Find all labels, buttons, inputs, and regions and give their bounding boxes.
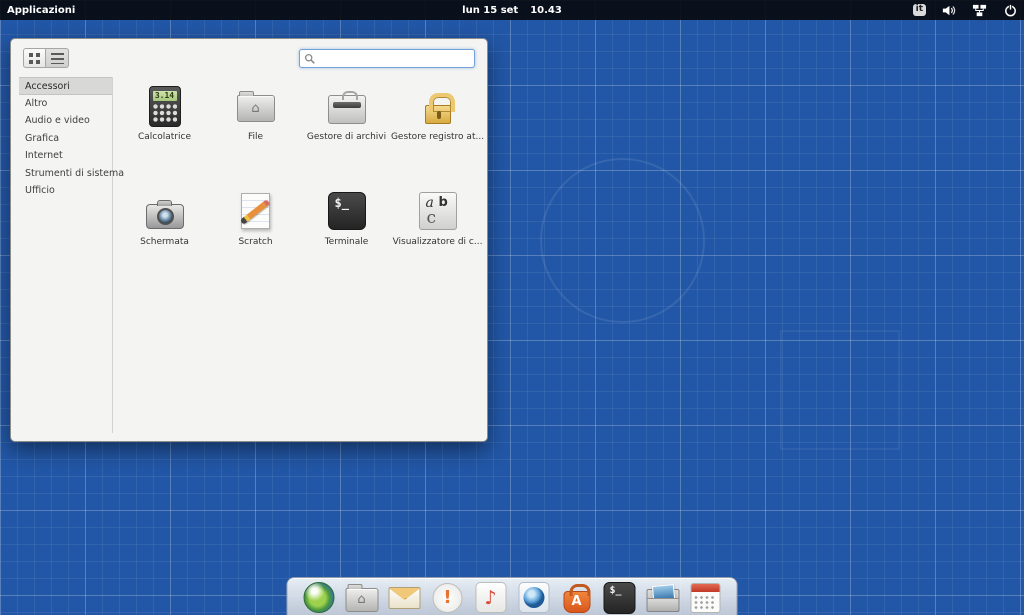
app-label: Calcolatrice [138, 132, 191, 142]
calendar-day-grid [695, 596, 717, 611]
app-grid: 3.14 Calcolatrice ⌂ File Gestore [119, 83, 483, 293]
charmap-letter-b: b [439, 195, 448, 210]
lens-circle [523, 587, 544, 608]
calculator-display: 3.14 [153, 91, 177, 101]
clock-indicator[interactable]: lun 15 set 10.43 [462, 0, 562, 20]
mail-envelope-icon [389, 587, 421, 609]
home-emblem-icon: ⌂ [238, 96, 274, 121]
category-view-button[interactable] [46, 48, 69, 68]
pencil-icon [240, 199, 270, 225]
character-map-icon: a b c [419, 192, 457, 230]
category-sidebar: Accessori Altro Audio e video Grafica In… [19, 77, 113, 433]
camera-lens-icon [518, 582, 549, 613]
calendar-icon [691, 583, 721, 613]
volume-icon[interactable] [939, 0, 957, 20]
app-item-gestore-registro[interactable]: Gestore registro at... [392, 83, 483, 188]
exclamation-icon: ! [433, 583, 463, 613]
app-label: Terminale [325, 237, 369, 247]
wallpaper-blueprint-circle [540, 158, 705, 323]
camera-icon [146, 204, 184, 229]
pictures-folder-icon [646, 589, 679, 612]
top-panel: Applicazioni lun 15 set 10.43 it [0, 0, 1024, 20]
sidebar-item-altro[interactable]: Altro [19, 95, 112, 113]
app-item-gestore-di-archivi[interactable]: Gestore di archivi [301, 83, 392, 188]
app-label: Schermata [140, 237, 189, 247]
sidebar-item-strumenti-di-sistema[interactable]: Strumenti di sistema [19, 165, 112, 183]
wallpaper-blueprint-square [780, 330, 900, 450]
calculator-icon: 3.14 [149, 86, 181, 127]
applications-menu-popup: Accessori Altro Audio e video Grafica In… [10, 38, 488, 442]
charmap-letter-c: c [427, 208, 437, 228]
app-label: Visualizzatore di c... [393, 237, 483, 247]
terminal-icon: $_ [328, 192, 366, 230]
dock-item-pictures[interactable] [646, 581, 680, 615]
app-label: Scratch [238, 237, 272, 247]
dock-item-photos[interactable] [517, 581, 551, 615]
search-icon [304, 53, 316, 65]
folder-icon: ⌂ [237, 95, 275, 122]
dock-item-web-browser[interactable] [302, 581, 336, 615]
app-item-scratch[interactable]: Scratch [210, 188, 301, 293]
dock-item-music[interactable]: ♪ [474, 581, 508, 615]
terminal-icon: $_ [604, 582, 636, 614]
archive-icon [328, 95, 366, 124]
grid-view-icon [29, 53, 40, 64]
music-note-icon: ♪ [475, 582, 506, 613]
desktop: Applicazioni lun 15 set 10.43 it [0, 0, 1024, 615]
power-icon[interactable] [1001, 0, 1019, 20]
calendar-header [692, 584, 720, 592]
panel-date: lun 15 set [462, 5, 518, 16]
sidebar-item-ufficio[interactable]: Ufficio [19, 182, 112, 200]
dock-item-home-folder[interactable]: ⌂ [345, 581, 379, 615]
app-label: File [248, 132, 263, 142]
dock-item-terminal[interactable]: $_ [603, 581, 637, 615]
dock-item-calendar[interactable] [689, 581, 723, 615]
paper-pencil-icon [241, 193, 270, 229]
category-view-icon [51, 53, 64, 64]
app-item-schermata[interactable]: Schermata [119, 188, 210, 293]
keyboard-layout-indicator[interactable]: it [913, 4, 926, 16]
dock-item-notifications[interactable]: ! [431, 581, 465, 615]
applications-menu-button[interactable]: Applicazioni [7, 5, 75, 16]
sidebar-item-grafica[interactable]: Grafica [19, 130, 112, 148]
calculator-keys [153, 104, 177, 123]
sidebar-item-audio-e-video[interactable]: Audio e video [19, 112, 112, 130]
globe-icon [303, 582, 334, 613]
sidebar-item-internet[interactable]: Internet [19, 147, 112, 165]
sidebar-item-accessori[interactable]: Accessori [19, 77, 112, 95]
home-emblem-icon: ⌂ [346, 589, 377, 611]
app-item-visualizzatore-caratteri[interactable]: a b c Visualizzatore di c... [392, 188, 483, 293]
view-toggle [23, 48, 69, 68]
app-item-calcolatrice[interactable]: 3.14 Calcolatrice [119, 83, 210, 188]
network-icon[interactable] [970, 0, 988, 20]
app-item-file[interactable]: ⌂ File [210, 83, 301, 188]
dock-item-appcenter[interactable]: A [560, 581, 594, 615]
panel-time: 10.43 [530, 5, 562, 16]
dock-item-mail[interactable] [388, 581, 422, 615]
lock-icon [425, 105, 451, 124]
grid-view-button[interactable] [23, 48, 46, 68]
photo-thumbnail [651, 584, 674, 601]
search-entry[interactable] [299, 49, 475, 68]
app-item-terminale[interactable]: $_ Terminale [301, 188, 392, 293]
dock: ⌂ ! ♪ A $_ [287, 577, 738, 615]
shopping-bag-icon: A [563, 591, 590, 613]
app-label: Gestore registro at... [391, 132, 484, 142]
search-input[interactable] [319, 53, 470, 64]
home-folder-icon: ⌂ [345, 588, 378, 612]
app-label: Gestore di archivi [307, 132, 386, 142]
camera-lens [157, 208, 174, 225]
